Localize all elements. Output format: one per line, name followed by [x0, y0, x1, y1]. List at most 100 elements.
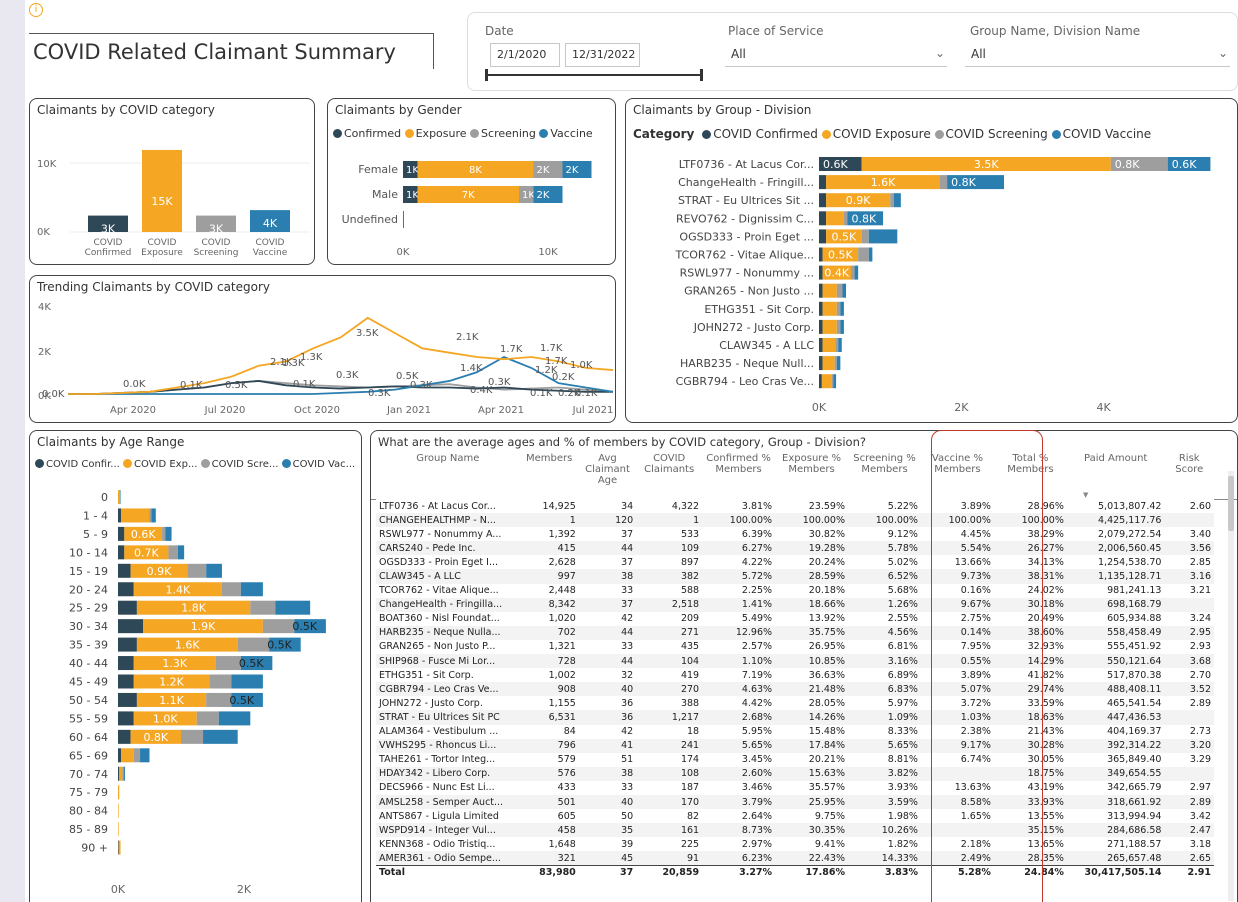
group-segment	[822, 338, 836, 352]
table-row[interactable]: DECS966 - Nunc Est Li... 433 33 187 3.46% 35.…	[376, 780, 1214, 795]
table-cell: 6.89%	[887, 669, 918, 681]
table-total-row: Total 83,980 37 20,859 3.27% 17.86% 3.83% 5.28%…	[376, 864, 1214, 880]
x-tick-label: Oct 2020	[294, 405, 340, 416]
table-row[interactable]: ALAM364 - Vestibulum ... 84 42 18 5.95% 15.48…	[376, 724, 1214, 739]
table-row[interactable]: WSPD914 - Integer Vul... 458 35 161 8.73% 30.…	[376, 823, 1214, 838]
group-segment	[851, 265, 855, 280]
table-row[interactable]: CLAW345 - A LLC 997 38 382 5.72% 28.59% 6.52% 9…	[376, 569, 1214, 584]
gender-row-label: Female	[358, 163, 398, 176]
column-header[interactable]: Exposure % Members	[775, 453, 848, 499]
column-header[interactable]: Members	[520, 453, 579, 499]
table-cell: 313,994.94	[1107, 810, 1162, 822]
table-row[interactable]: STRAT - Eu Ultrices Sit PC 6,531 36 1,217 2.…	[376, 710, 1214, 725]
members-table[interactable]: Group Name Members Avg Claimant Age COVID Clai…	[376, 453, 1214, 880]
age-segment	[206, 563, 222, 578]
table-row[interactable]: TAHE261 - Tortor Integ... 579 51 174 3.45% 20…	[376, 752, 1214, 767]
table-row[interactable]: CHANGEHEALTHMP - N... 1 120 1 100.00% 100.00%…	[376, 513, 1214, 528]
column-header[interactable]: Paid Amount	[1067, 453, 1165, 499]
table-row[interactable]: HDAY342 - Libero Corp. 576 38 108 2.60% 15.63…	[376, 766, 1214, 781]
table-row[interactable]: VWHS295 - Rhoncus Li... 796 41 241 5.65% 17.8…	[376, 738, 1214, 753]
age-segment	[118, 656, 134, 671]
data-label: 0.1K	[180, 380, 203, 391]
group-division-chart[interactable]: Claimants by Group - Division Category C…	[625, 98, 1238, 423]
table-row[interactable]: GRAN265 - Non Justo P... 1,321 33 435 2.57% 2…	[376, 639, 1214, 655]
table-row[interactable]: ANTS867 - Ligula Limited 605 50 82 2.64% 9.75…	[376, 809, 1214, 824]
data-label: 1.4K	[460, 363, 483, 374]
table-row[interactable]: LTF0736 - At Lacus Cor... 14,925 34 4,322 3.…	[376, 499, 1214, 514]
table-row[interactable]: CGBR794 - Leo Cras Ve... 908 40 270 4.63% 21.…	[376, 682, 1214, 697]
trending-chart[interactable]: Trending Claimants by COVID category 4K 2…	[29, 275, 616, 423]
age-row-label: 80 - 84	[69, 805, 108, 818]
data-label: 0.4K	[470, 385, 493, 396]
table-row[interactable]: KENN368 - Odio Tristiq... 1,648 39 225 2.97%…	[376, 837, 1214, 852]
table-cell: 14,925	[542, 500, 576, 512]
table-row[interactable]: CARS240 - Pede Inc. 415 44 109 6.27% 19.28% 5.…	[376, 541, 1214, 556]
table-cell: 1.82%	[887, 838, 918, 850]
table-cell: 174	[680, 754, 700, 766]
table-row[interactable]: ChangeHealth - Fringilla... 8,342 37 2,518 1…	[376, 597, 1214, 612]
info-icon[interactable]: i	[29, 3, 43, 17]
column-header[interactable]: Risk Score	[1164, 453, 1214, 499]
table-cell: 100.00%	[875, 514, 918, 526]
table-row[interactable]: HARB235 - Neque Nulla... 702 44 271 12.96% 35…	[376, 625, 1214, 640]
table-cell: 3.24	[1189, 613, 1211, 625]
group-division-dropdown[interactable]: All ⌄	[965, 43, 1230, 67]
table-cell: 2.97%	[741, 838, 773, 850]
table-cell: 605	[557, 810, 576, 822]
table-row[interactable]: ETHG351 - Sit Corp. 1,002 32 419 7.19% 36.63%…	[376, 668, 1214, 683]
table-row[interactable]: BOAT360 - Nisl Foundat... 1,020 42 209 5.49%…	[376, 611, 1214, 626]
table-cell: 404,169.37	[1107, 726, 1162, 738]
table-cell: 415	[557, 542, 576, 554]
gender-chart[interactable]: Claimants by Gender Confirmed Exposure S…	[327, 98, 616, 265]
table-row[interactable]: AMER361 - Odio Sempe... 321 45 91 6.23% 22.43…	[376, 851, 1214, 866]
table-row[interactable]: TCOR762 - Vitae Alique... 2,448 33 588 2.25%…	[376, 583, 1214, 598]
date-range-slider[interactable]	[487, 74, 702, 76]
table-row[interactable]: OGSD333 - Proin Eget I... 2,628 37 897 4.22%…	[376, 555, 1214, 570]
group-segment	[822, 356, 835, 371]
table-cell: 21.48%	[808, 683, 846, 695]
table-cell: 4.56%	[887, 627, 918, 639]
column-header[interactable]: Group Name	[376, 453, 520, 499]
age-segment	[118, 490, 120, 504]
segment-label: 0.8K	[951, 176, 976, 189]
page-title: COVID Related Claimant Summary	[33, 40, 396, 64]
table-row[interactable]: JOHN272 - Justo Corp. 1,155 36 388 4.42% 28.0…	[376, 696, 1214, 711]
age-row-label: 20 - 24	[69, 583, 108, 596]
column-header[interactable]: Confirmed % Members	[702, 453, 775, 499]
group-segment	[868, 229, 898, 244]
segment-label: 0.5K	[828, 249, 853, 262]
age-segment	[177, 545, 185, 560]
data-label: 1.0K	[570, 360, 593, 371]
group-segment	[819, 356, 823, 371]
table-row[interactable]: AMSL258 - Semper Auct... 501 40 170 3.79% 25.…	[376, 794, 1214, 810]
bar-value-label: 3K	[101, 223, 116, 236]
table-cell: 37	[621, 528, 634, 540]
column-header[interactable]: COVID Claimants	[636, 453, 702, 499]
age-row-label: 1 - 4	[83, 509, 108, 522]
date-slider-handle-start[interactable]	[485, 69, 488, 81]
covid-category-chart[interactable]: Claimants by COVID category 10K 0K 3K COVID…	[29, 98, 315, 265]
group-segment	[819, 301, 823, 316]
age-segment	[121, 508, 150, 523]
table-cell: 1	[693, 514, 700, 526]
group-segment	[819, 374, 822, 389]
scrollbar-thumb[interactable]	[1228, 476, 1234, 531]
column-header[interactable]: Avg Claimant Age	[579, 453, 636, 499]
date-end-input[interactable]: 12/31/2022	[565, 43, 640, 67]
age-range-chart[interactable]: Claimants by Age Range COVID Confir... C…	[29, 430, 362, 902]
column-header[interactable]: Screening % Members	[848, 453, 921, 499]
table-row[interactable]: SHIP968 - Fusce Mi Lor... 728 44 104 1.10% 10…	[376, 654, 1214, 669]
date-slider-handle-end[interactable]	[700, 69, 703, 81]
sort-arrow-icon[interactable]: ▼	[1083, 491, 1088, 499]
date-start-input[interactable]: 2/1/2020	[490, 43, 560, 67]
segment-label: 0.8K	[143, 731, 168, 744]
table-row[interactable]: RSWL977 - Nonummy A... 1,392 37 533 6.39% 30.…	[376, 527, 1214, 542]
table-cell: 3.59%	[887, 796, 918, 808]
age-segment	[118, 563, 131, 578]
table-cell: 3.56	[1189, 542, 1211, 554]
table-cell: 40	[621, 683, 634, 695]
group-dropdown-value: All	[971, 47, 986, 61]
place-dropdown-value: All	[731, 47, 746, 61]
table-scrollbar[interactable]	[1228, 471, 1234, 901]
place-of-service-dropdown[interactable]: All ⌄	[725, 43, 947, 67]
